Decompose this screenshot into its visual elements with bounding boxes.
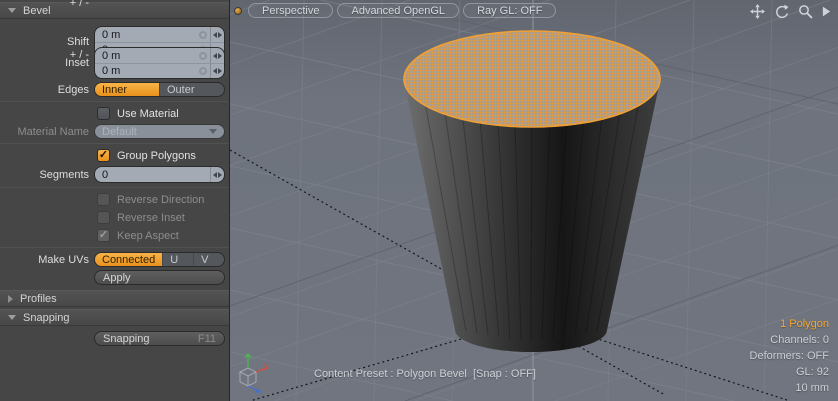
render-mode-button[interactable]: Advanced OpenGL: [337, 3, 459, 18]
shift-input[interactable]: 0 m: [95, 27, 224, 42]
keep-aspect-checkbox: [97, 229, 110, 242]
segments-spinner[interactable]: [210, 167, 224, 182]
viewport-sphere-icon[interactable]: [234, 7, 242, 15]
viewport-canvas[interactable]: [230, 0, 838, 401]
application-window: Bevel Shift 0 m 0 m + / -: [0, 0, 838, 401]
apply-row: Apply: [0, 270, 229, 285]
make-uvs-row: Make UVs Connected U V: [0, 252, 229, 267]
edges-option-outer[interactable]: Outer: [160, 83, 224, 96]
shift-plusminus-label: + / -: [0, 0, 94, 9]
dropdown-arrow-icon: [209, 129, 217, 134]
segments-row: Segments 0: [0, 166, 229, 183]
grid-size: 10 mm: [750, 380, 829, 396]
edges-label: Edges: [0, 84, 94, 96]
reverse-inset-row: Reverse Inset: [0, 210, 229, 225]
shift-label: Shift: [0, 36, 94, 48]
use-material-checkbox[interactable]: [97, 107, 110, 120]
snapping-button[interactable]: Snapping F11: [94, 331, 225, 346]
section-title: Profiles: [20, 293, 57, 305]
make-uvs-label: Make UVs: [0, 254, 94, 266]
rotate-icon[interactable]: [774, 4, 789, 19]
group-polygons-label: Group Polygons: [117, 150, 196, 162]
viewport-info-block: 1 Polygon Channels: 0 Deformers: OFF GL:…: [750, 316, 829, 396]
viewport-menu-arrow-icon[interactable]: [822, 6, 831, 17]
ray-gl-button[interactable]: Ray GL: OFF: [463, 3, 556, 18]
gl-count: GL: 92: [750, 364, 829, 380]
divider: [0, 101, 229, 102]
material-name-label: Material Name: [0, 126, 94, 138]
deformers-state: Deformers: OFF: [750, 348, 829, 364]
channel-circle-icon[interactable]: [199, 52, 207, 60]
channels-count: Channels: 0: [750, 332, 829, 348]
snapping-row: Snapping F11: [0, 331, 229, 346]
apply-button[interactable]: Apply: [94, 270, 225, 285]
reverse-direction-label: Reverse Direction: [117, 194, 204, 206]
inset-spinner[interactable]: [210, 48, 224, 63]
inset-plusminus-spinner[interactable]: [210, 64, 224, 78]
viewport-nav-tools: [750, 4, 831, 19]
use-material-label: Use Material: [117, 108, 179, 120]
make-uvs-option-connected[interactable]: Connected: [95, 253, 163, 266]
tool-properties-panel: Bevel Shift 0 m 0 m + / -: [0, 0, 230, 401]
collapse-triangle-icon: [8, 315, 16, 320]
reverse-inset-label: Reverse Inset: [117, 212, 185, 224]
keep-aspect-label: Keep Aspect: [117, 230, 179, 242]
view-mode-button[interactable]: Perspective: [248, 3, 333, 18]
selected-polygon[interactable]: [404, 31, 660, 127]
divider: [0, 143, 229, 144]
group-polygons-checkbox[interactable]: [97, 149, 110, 162]
channel-circle-icon[interactable]: [199, 67, 207, 75]
viewport-toolbar: Perspective Advanced OpenGL Ray GL: OFF: [234, 3, 556, 18]
viewport-3d[interactable]: Perspective Advanced OpenGL Ray GL: OFF …: [230, 0, 838, 401]
selection-count: 1 Polygon: [750, 316, 829, 332]
make-uvs-option-u[interactable]: U: [163, 253, 194, 266]
reverse-direction-checkbox: [97, 193, 110, 206]
make-uvs-option-v[interactable]: V: [194, 253, 224, 266]
use-material-row: Use Material: [0, 106, 229, 121]
reverse-inset-checkbox: [97, 211, 110, 224]
divider: [0, 187, 229, 188]
section-header-snapping[interactable]: Snapping: [0, 309, 229, 326]
reverse-direction-row: Reverse Direction: [0, 192, 229, 207]
inset-input[interactable]: 0 m: [95, 48, 224, 63]
inset-plusminus-label: + / -: [0, 49, 94, 61]
group-polygons-row: Group Polygons: [0, 148, 229, 163]
edges-row: Edges Inner Outer: [0, 82, 229, 97]
segments-label: Segments: [0, 169, 94, 181]
shortcut-key: F11: [198, 333, 216, 345]
edges-option-inner[interactable]: Inner: [95, 83, 160, 96]
pan-icon[interactable]: [750, 4, 765, 19]
section-header-profiles[interactable]: Profiles: [0, 290, 229, 307]
status-text: Content Preset : Polygon Bevel [Snap : O…: [314, 368, 536, 380]
segments-input[interactable]: 0: [95, 167, 224, 182]
keep-aspect-row: Keep Aspect: [0, 228, 229, 243]
zoom-icon[interactable]: [798, 4, 813, 19]
shift-spinner[interactable]: [210, 27, 224, 42]
material-name-row: Material Name Default: [0, 124, 229, 139]
channel-circle-icon[interactable]: [199, 31, 207, 39]
divider: [0, 247, 229, 248]
collapse-triangle-icon: [8, 295, 13, 303]
inset-plusminus-input[interactable]: 0 m: [95, 63, 224, 78]
section-title: Snapping: [23, 312, 70, 324]
material-name-dropdown: Default: [94, 124, 225, 139]
